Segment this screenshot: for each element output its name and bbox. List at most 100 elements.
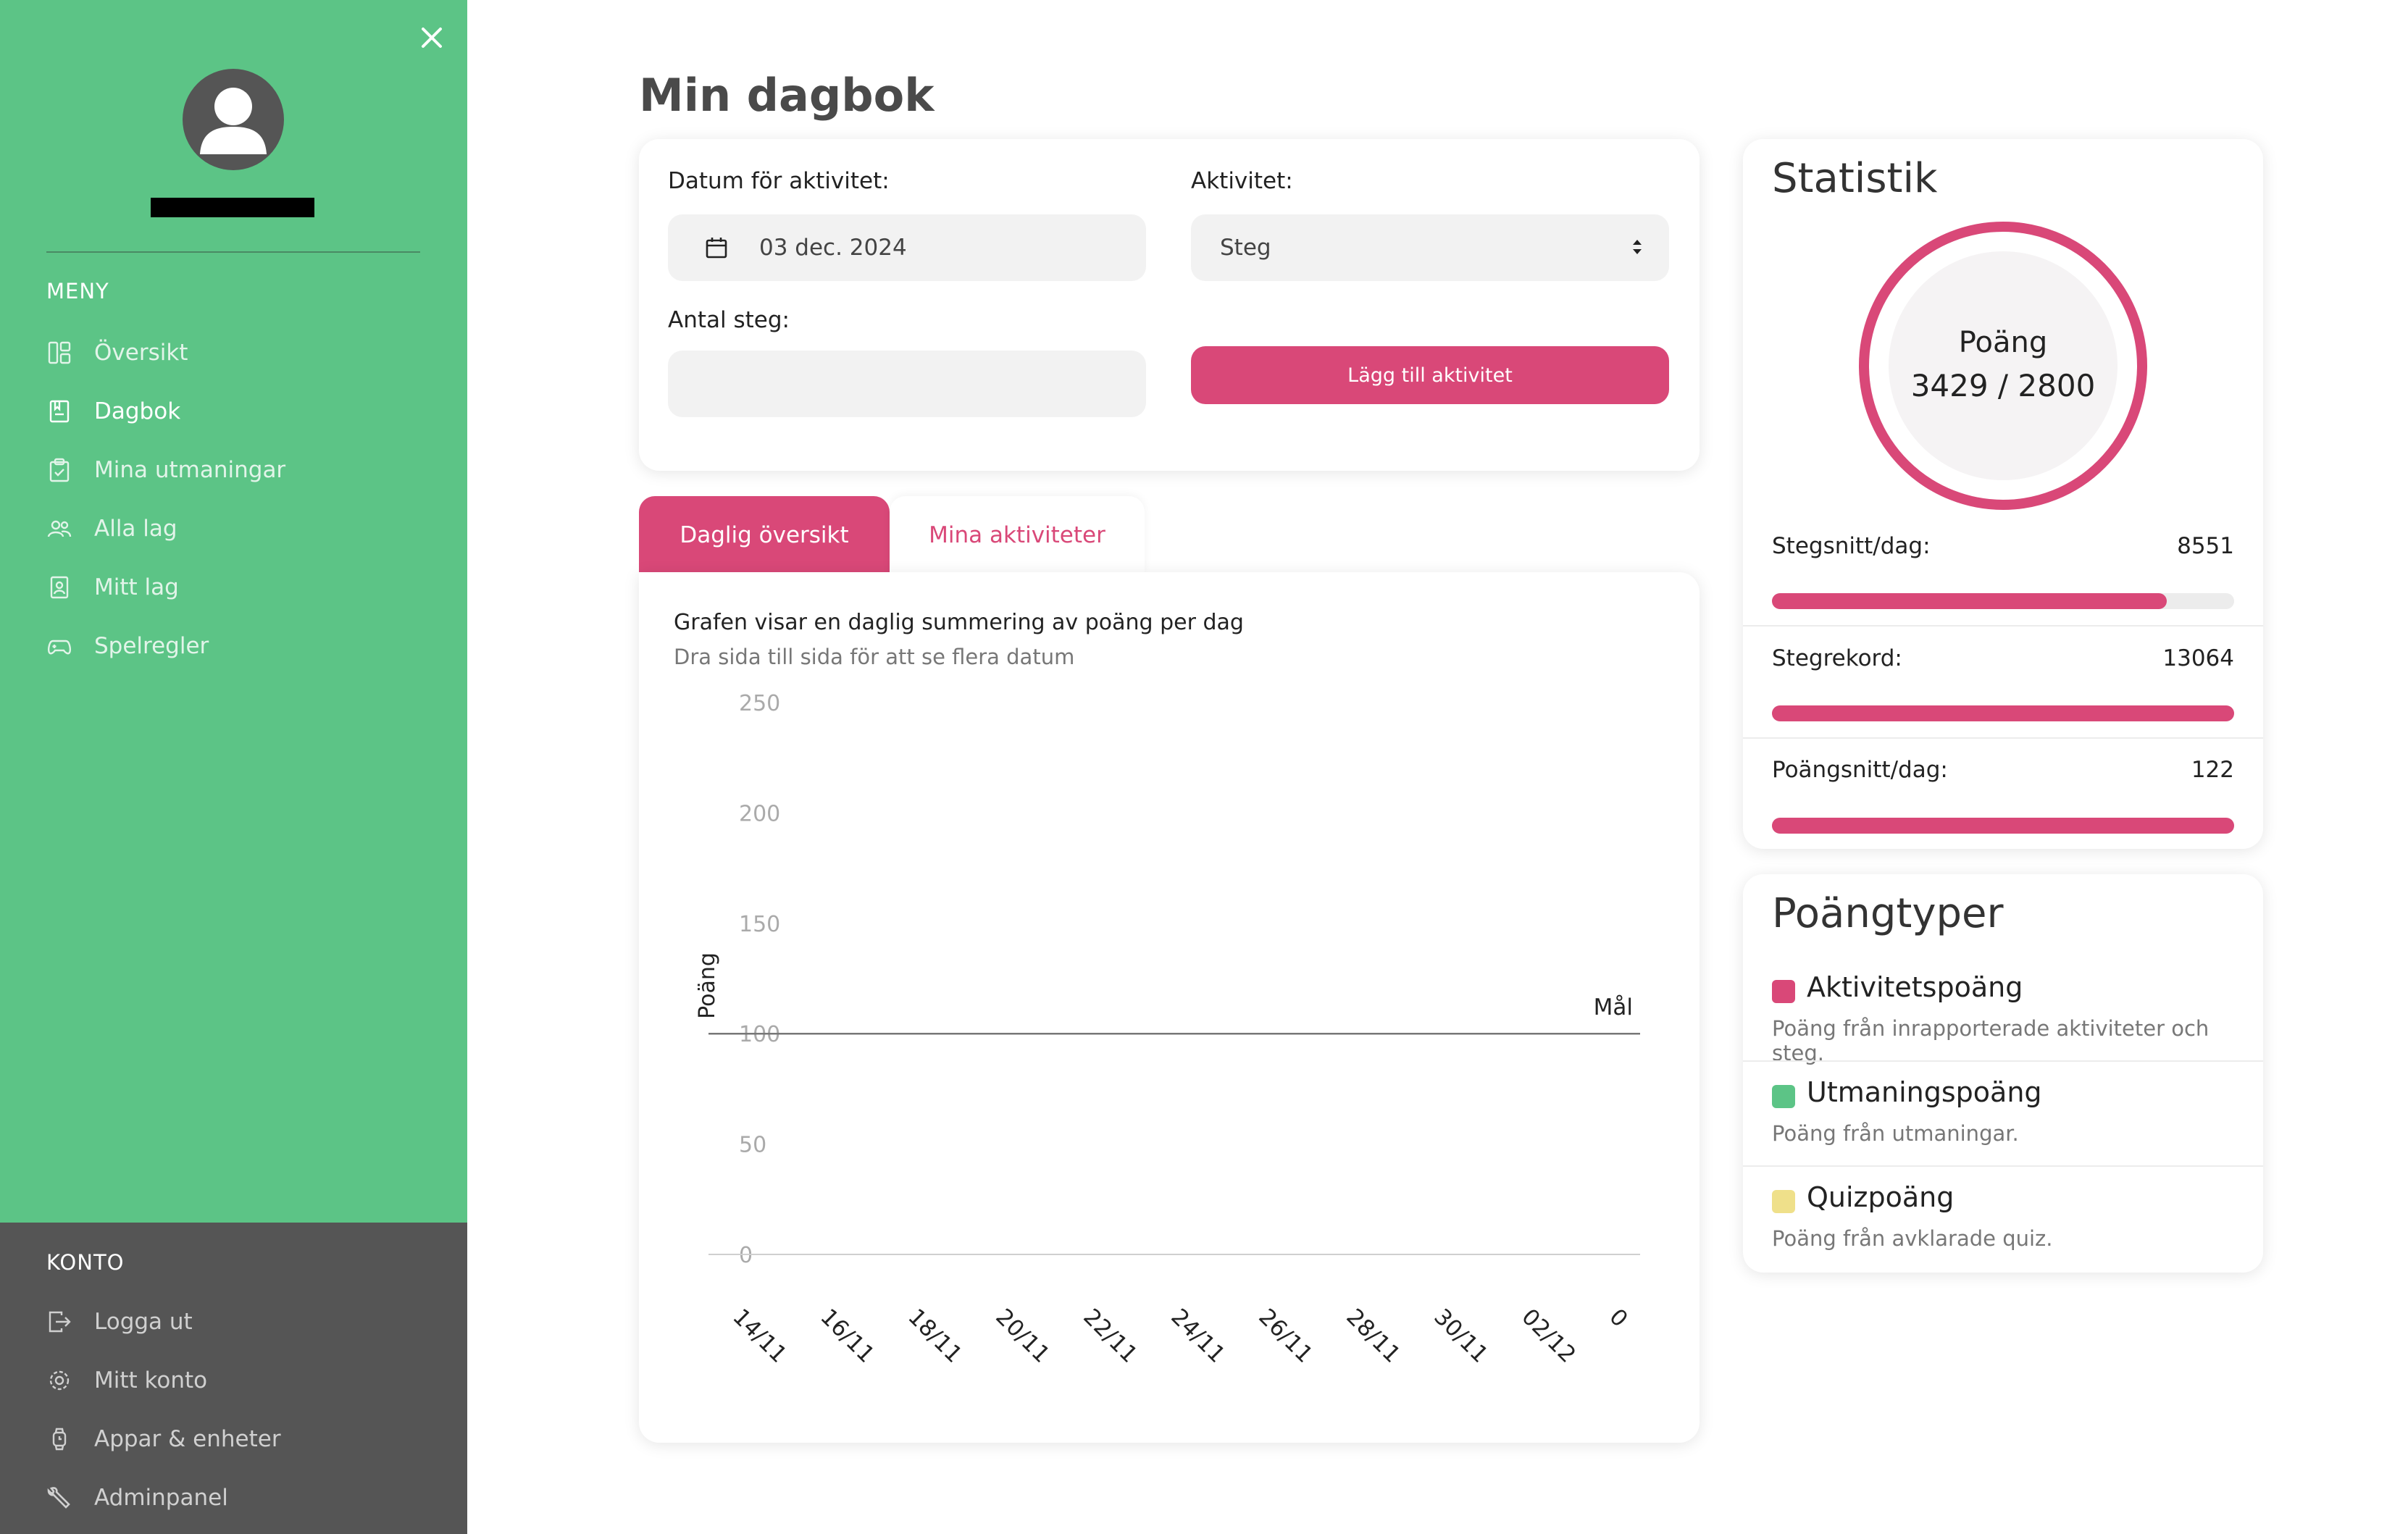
select-arrows-icon xyxy=(1631,238,1643,256)
clipboard-icon xyxy=(46,457,72,483)
sidebar-item-mitt-lag[interactable]: Mitt lag xyxy=(46,568,423,607)
stat-value: 13064 xyxy=(2162,645,2234,671)
username-redacted xyxy=(151,198,314,217)
divider xyxy=(1743,1165,2263,1167)
x-tick-label: 20/11 xyxy=(990,1304,1055,1368)
y-tick-label: 150 xyxy=(739,912,780,937)
sidebar-item-alla-lag[interactable]: Alla lag xyxy=(46,509,423,548)
menu-heading: MENY xyxy=(46,279,109,303)
point-type-name: Utmaningspoäng xyxy=(1807,1076,2042,1108)
aktivitetspoang-swatch xyxy=(1772,980,1795,1003)
date-input[interactable]: 03 dec. 2024 xyxy=(668,214,1146,281)
stat-value: 122 xyxy=(2191,757,2234,783)
steps-input[interactable] xyxy=(668,351,1146,417)
sidebar-item-mina-utmaningar[interactable]: Mina utmaningar xyxy=(46,450,423,490)
ring-label: Poäng xyxy=(1958,326,2048,359)
x-tick-label: 30/11 xyxy=(1429,1304,1493,1368)
point-type-desc: Poäng från inrapporterade aktiviteter oc… xyxy=(1772,1016,2210,1065)
x-tick-label: 18/11 xyxy=(903,1304,967,1368)
chart-card: Grafen visar en daglig summering av poän… xyxy=(639,572,1700,1443)
gear-icon xyxy=(46,1367,72,1393)
divider xyxy=(1743,1060,2263,1062)
x-tick-label: 26/11 xyxy=(1253,1304,1318,1368)
account-heading: KONTO xyxy=(46,1250,125,1275)
sidebar-item-logga-ut[interactable]: Logga ut xyxy=(46,1302,423,1341)
stat-bar xyxy=(1772,818,2234,834)
y-tick-label: 200 xyxy=(739,801,780,826)
y-tick-label: 100 xyxy=(739,1022,780,1047)
ring-value: 3429 / 2800 xyxy=(1910,368,2096,403)
x-tick-label: 02/12 xyxy=(1516,1304,1581,1368)
sidebar-item-adminpanel[interactable]: Adminpanel xyxy=(46,1478,423,1517)
stat-label: Poängsnitt/dag: xyxy=(1772,757,1948,783)
sidebar-item-spelregler[interactable]: Spelregler xyxy=(46,626,423,666)
y-tick-label: 50 xyxy=(739,1133,766,1158)
x-tick-label: 0 xyxy=(1604,1304,1632,1332)
sidebar: MENY Översikt Dagbok Mina utmaningar All… xyxy=(0,0,467,1534)
sidebar-item-label: Mitt lag xyxy=(94,574,179,600)
watch-icon xyxy=(46,1426,72,1452)
divider xyxy=(1743,625,2263,626)
activity-select[interactable]: Steg xyxy=(1191,214,1669,281)
add-activity-button[interactable]: Lägg till aktivitet xyxy=(1191,346,1669,404)
calendar-icon xyxy=(704,235,729,260)
y-tick-label: 250 xyxy=(739,691,780,716)
point-types-title: Poängtyper xyxy=(1772,890,2004,937)
x-tick-label: 14/11 xyxy=(727,1304,792,1368)
diary-icon xyxy=(46,398,72,424)
stat-bar xyxy=(1772,593,2234,609)
point-type-desc: Poäng från utmaningar. xyxy=(1772,1121,2019,1146)
sidebar-item-label: Spelregler xyxy=(94,633,209,659)
layout-icon xyxy=(46,340,72,366)
sidebar-item-label: Mitt konto xyxy=(94,1367,208,1393)
steps-label: Antal steg: xyxy=(668,307,790,333)
sidebar-divider xyxy=(46,251,420,253)
avatar[interactable] xyxy=(183,69,284,170)
stat-row-poangsnitt: Poängsnitt/dag: 122 xyxy=(1772,757,2234,783)
sidebar-item-label: Översikt xyxy=(94,340,188,366)
goal-line-label: Mål xyxy=(1594,994,1633,1020)
wrench-icon xyxy=(46,1485,72,1511)
chart-title: Grafen visar en daglig summering av poän… xyxy=(674,610,1244,635)
tab-mina-aktiviteter[interactable]: Mina aktiviteter xyxy=(890,496,1145,574)
date-value: 03 dec. 2024 xyxy=(759,235,907,261)
utmaningspoang-swatch xyxy=(1772,1085,1795,1108)
stats-title: Statistik xyxy=(1772,155,1938,202)
quizpoang-swatch xyxy=(1772,1190,1795,1213)
sidebar-menu-panel: MENY Översikt Dagbok Mina utmaningar All… xyxy=(0,0,467,1223)
sidebar-item-mitt-konto[interactable]: Mitt konto xyxy=(46,1361,423,1400)
stat-label: Stegrekord: xyxy=(1772,645,1902,671)
x-tick-label: 16/11 xyxy=(815,1304,879,1368)
stat-label: Stegsnitt/dag: xyxy=(1772,533,1931,559)
y-axis-label: Poäng xyxy=(695,952,720,1019)
stat-bar-fill xyxy=(1772,818,2234,834)
divider xyxy=(1743,737,2263,739)
point-types-card: Poängtyper Aktivitetspoäng Poäng från in… xyxy=(1743,874,2263,1273)
activity-form-card: Datum för aktivitet: 03 dec. 2024 Aktivi… xyxy=(639,139,1700,471)
stat-bar-fill xyxy=(1772,593,2167,609)
sidebar-item-appar-enheter[interactable]: Appar & enheter xyxy=(46,1420,423,1459)
sidebar-item-oversikt[interactable]: Översikt xyxy=(46,333,423,372)
sidebar-item-label: Adminpanel xyxy=(94,1485,228,1511)
badge-icon xyxy=(46,574,72,600)
stat-value: 8551 xyxy=(2177,533,2234,559)
stat-row-stegsnitt: Stegsnitt/dag: 8551 xyxy=(1772,533,2234,559)
stats-card: Statistik Poäng 3429 / 2800 Stegsnitt/da… xyxy=(1743,139,2263,849)
activity-value: Steg xyxy=(1220,235,1271,261)
close-icon[interactable] xyxy=(414,20,449,55)
sidebar-item-label: Mina utmaningar xyxy=(94,457,286,483)
y-tick-label: 0 xyxy=(739,1243,753,1268)
point-type-name: Aktivitetspoäng xyxy=(1807,971,2023,1003)
point-type-desc: Poäng från avklarade quiz. xyxy=(1772,1226,2053,1251)
x-tick-label: 24/11 xyxy=(1166,1304,1230,1368)
stat-bar xyxy=(1772,705,2234,721)
sidebar-account-panel: KONTO Logga ut Mitt konto Appar & enhete… xyxy=(0,1223,467,1534)
sidebar-item-dagbok[interactable]: Dagbok xyxy=(46,392,423,431)
sidebar-item-label: Logga ut xyxy=(94,1309,193,1335)
activity-label: Aktivitet: xyxy=(1191,168,1293,194)
stat-row-stegrekord: Stegrekord: 13064 xyxy=(1772,645,2234,671)
daily-points-chart[interactable]: 0 50 100 150 200 250 Mål Poäng 14/11 16/11 18/11 20… xyxy=(639,666,1700,1434)
tab-daglig-oversikt[interactable]: Daglig översikt xyxy=(639,496,890,574)
sidebar-item-label: Dagbok xyxy=(94,398,181,424)
chart-subtitle: Dra sida till sida för att se flera datu… xyxy=(674,645,1075,669)
